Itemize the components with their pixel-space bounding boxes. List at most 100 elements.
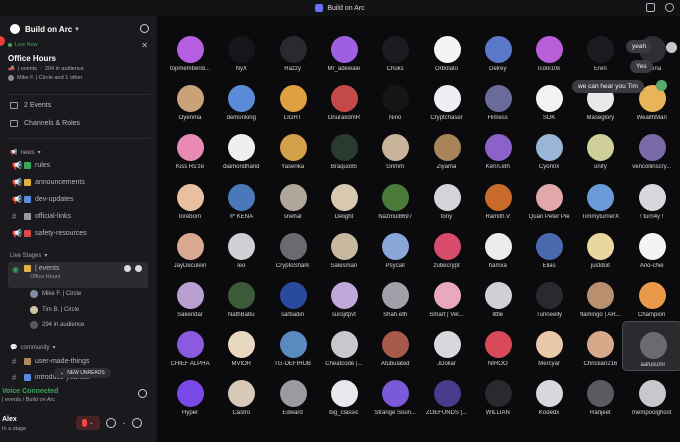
voice-user[interactable]: Mike F. | Circle [30,290,81,298]
voice-connected-sub[interactable]: | events / Build on Arc [2,397,55,403]
avatar [536,183,564,211]
audience-member-tile[interactable]: ! turn4y ! [622,174,680,224]
user-panel: Alex In a stage ⌄ ⌄ [0,412,156,442]
avatar [330,183,358,211]
divider [8,94,150,95]
server-header[interactable]: Build on Arc ▾ [0,16,156,42]
avatar [638,282,666,309]
add-user-icon[interactable] [135,265,142,272]
settings-gear-icon[interactable] [132,418,143,428]
chevron-down-icon: ▾ [37,150,41,156]
disconnect-icon[interactable] [138,389,147,398]
stage-channel-sub: Office Hours [30,274,61,280]
channel-label: announcements [35,179,85,186]
avatar [587,232,615,260]
audience-member-tile[interactable]: mempoolghost [622,370,680,420]
voice-connected-title[interactable]: Voice Connected [2,388,58,395]
category-live-stages[interactable]: Live Stages ▾ [10,252,48,260]
audience-member-tile[interactable]: vencollinscry... [622,124,680,174]
live-dot-icon [8,43,12,47]
live-channel: | events [17,66,38,72]
chevron-down-icon[interactable]: ⌄ [122,420,126,426]
nav-channels-roles-label: Channels & Roles [24,120,81,127]
chat-icon[interactable] [124,265,131,272]
avatar [177,232,204,260]
category-community[interactable]: 💬 community ▾ [10,344,56,352]
megaphone-emoji-icon [24,179,31,186]
avatar [177,85,204,113]
mute-button[interactable]: ⌄ [76,416,100,430]
avatar [177,380,204,408]
avatar [484,331,512,359]
avatar [536,232,564,260]
voice-user[interactable]: Tim B. | Circle [30,306,79,314]
nav-events-label: 2 Events [24,102,52,109]
avatar [484,282,512,309]
channel-user-made-things[interactable]: # user-made-things [12,357,152,366]
channel-rules[interactable]: 📢 rules [12,161,152,170]
avatar [228,134,256,162]
avatar [228,282,256,309]
audience-member-name: Champion [638,312,666,318]
avatar [382,232,410,260]
new-unreads-pill[interactable]: ⌄ NEW UNREADS [54,368,111,378]
avatar [382,183,410,211]
audience-member-name: WealthMan [636,115,667,122]
live-stage-card[interactable]: Live Now ✕ Office Hours 📣 | events · 294… [8,41,150,90]
announcement-icon: 📢 [12,161,22,170]
headphones-icon[interactable] [106,418,116,428]
user-status: In a stage [2,426,27,432]
inbox-icon[interactable] [646,3,655,12]
audience-member-tile[interactable]: Ano-chie [622,223,680,273]
avatar [228,36,256,63]
chevron-down-icon: ▾ [44,253,48,259]
channel-label: official-links [35,213,72,220]
title-bar: Build on Arc [0,0,680,16]
avatar [484,232,512,260]
avatar [279,183,307,211]
avatar [587,282,615,309]
invite-icon[interactable] [140,24,149,33]
close-icon[interactable]: ✕ [141,41,148,50]
avatar [30,290,38,298]
help-icon[interactable] [665,3,674,12]
avatar [279,331,307,359]
server-name: Build on Arc [25,24,73,34]
avatar [536,282,564,309]
chat-bubble: Yes [630,60,653,73]
avatar [484,134,512,162]
nav-channels-roles[interactable]: Channels & Roles [10,120,80,127]
avatar [228,183,256,211]
live-speakers-text: Mike F. | Circle and 1 other [17,75,83,81]
channel-official-links[interactable]: # official-links [12,212,152,221]
voice-user-name: Mike F. | Circle [42,291,82,297]
nav-events[interactable]: 2 Events [10,102,51,109]
avatar [536,380,564,408]
avatar [433,331,461,359]
avatar [330,36,358,63]
avatar [279,282,307,309]
audience-member-tile[interactable]: Champion [622,272,680,322]
category-news[interactable]: 📢 news ▾ [10,149,41,157]
avatar [639,332,667,360]
avatar [382,85,410,113]
avatar [382,134,410,162]
avatar [587,134,615,162]
audience-count[interactable]: 294 in audience [30,321,84,329]
stage-channel-events[interactable]: ◉ | events Office Hours [8,262,148,288]
category-news-label: news [20,149,35,156]
window-title: Build on Arc [315,4,365,12]
wrench-emoji-icon [24,358,31,365]
channel-safety-resources[interactable]: 📢 safety-resources [12,229,152,238]
audience-member-name: aafusumi [640,362,665,369]
tools-emoji-icon [24,196,31,203]
avatar [177,134,204,162]
channel-dev-updates[interactable]: 📢 dev-updates [12,195,152,204]
audience-member-tile[interactable]: aafusumi [621,321,680,372]
channel-label: user-made-things [35,358,90,365]
user-name[interactable]: Alex [2,416,17,423]
hash-icon: # [12,357,17,366]
avatar [433,134,461,162]
channel-announcements[interactable]: 📢 announcements [12,178,152,187]
avatar [330,232,358,260]
